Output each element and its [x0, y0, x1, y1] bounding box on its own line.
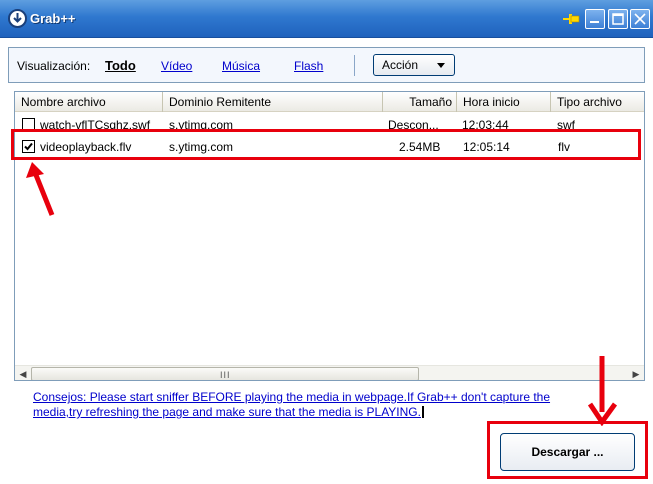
action-dropdown[interactable]: Acción [373, 54, 455, 76]
grab-logo-icon [8, 9, 27, 28]
scroll-left-icon[interactable]: ◀ [15, 366, 31, 380]
filter-toolbar: Visualización: Todo Vídeo Música Flash A… [8, 47, 645, 83]
close-icon[interactable] [630, 9, 650, 29]
list-header: Nombre archivo Dominio Remitente Tamaño … [15, 92, 644, 112]
minimize-icon[interactable] [585, 9, 605, 29]
annotation-arrow-down-icon [588, 356, 618, 426]
horizontal-scrollbar[interactable]: ◀ III ▶ [15, 365, 644, 380]
chevron-down-icon [437, 63, 445, 68]
tips-text[interactable]: Consejos: Please start sniffer BEFORE pl… [33, 390, 593, 420]
annotation-arrow-up-icon [26, 162, 55, 216]
filter-flash[interactable]: Flash [294, 59, 323, 73]
tips-message: Consejos: Please start sniffer BEFORE pl… [33, 390, 551, 419]
column-header-start[interactable]: Hora inicio [457, 92, 551, 112]
filter-todo[interactable]: Todo [105, 58, 136, 73]
toolbar-divider [354, 55, 355, 76]
highlight-box-row [11, 129, 641, 160]
column-header-size[interactable]: Tamaño [383, 92, 457, 112]
scrollbar-grip: III [220, 370, 231, 380]
window-title: Grab++ [30, 11, 76, 26]
column-header-domain[interactable]: Dominio Remitente [163, 92, 383, 112]
scrollbar-thumb[interactable]: III [31, 367, 419, 380]
scroll-right-icon[interactable]: ▶ [628, 366, 644, 380]
action-label: Acción [382, 58, 419, 72]
grab-window: Grab++ Visualización: Todo Vídeo Música … [0, 0, 653, 484]
title-bar[interactable]: Grab++ [0, 0, 653, 38]
text-cursor [421, 406, 424, 418]
highlight-box-download [487, 421, 648, 479]
maximize-icon[interactable] [608, 9, 628, 29]
column-header-name[interactable]: Nombre archivo [15, 92, 163, 112]
column-header-type[interactable]: Tipo archivo [551, 92, 644, 112]
filter-musica[interactable]: Música [222, 59, 260, 73]
filter-video[interactable]: Vídeo [161, 59, 192, 73]
pin-icon[interactable] [563, 11, 581, 27]
view-label: Visualización: [17, 59, 91, 73]
